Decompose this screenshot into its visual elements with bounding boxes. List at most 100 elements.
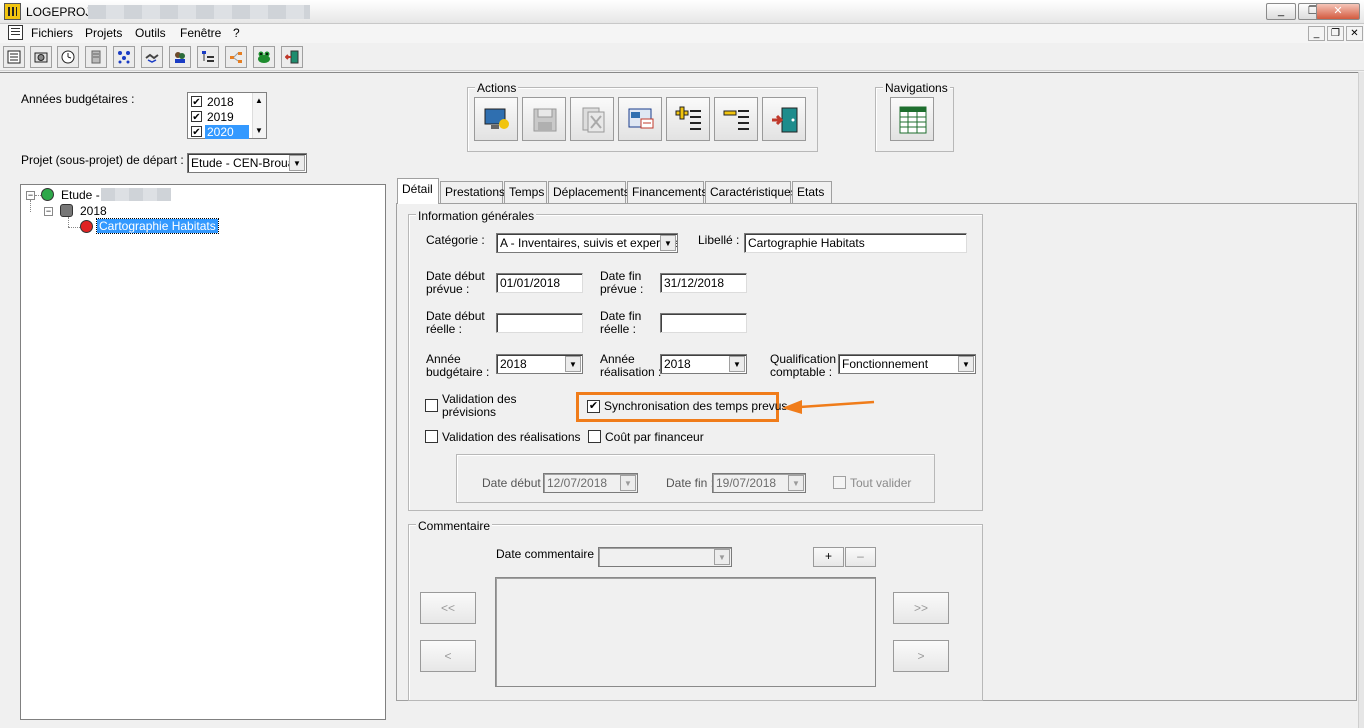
mdi-restore-button[interactable]: ❐ <box>1327 26 1344 41</box>
categorie-value: A - Inventaires, suivis et expertises <box>500 236 678 250</box>
toolbar-list-button[interactable] <box>3 46 25 68</box>
libelle-input[interactable]: Cartographie Habitats <box>744 233 967 253</box>
toolbar-exit-button[interactable] <box>281 46 303 68</box>
toolbar-network-button[interactable] <box>113 46 135 68</box>
qualification-combo[interactable]: Fonctionnement ▼ <box>838 354 976 374</box>
tab-temps[interactable]: Temps <box>504 181 547 203</box>
validation-realisations-checkbox[interactable] <box>425 430 438 443</box>
annee-budgetaire-value: 2018 <box>500 357 527 371</box>
menu-fichiers[interactable]: Fichiers <box>31 26 73 40</box>
comment-textarea[interactable] <box>495 577 876 687</box>
first-comment-button[interactable]: << <box>420 592 476 624</box>
annee-realisation-combo[interactable]: 2018 ▼ <box>660 354 747 374</box>
last-comment-button[interactable]: >> <box>893 592 949 624</box>
edit-icon <box>628 108 654 129</box>
delete-icon <box>582 107 605 133</box>
action-add-button[interactable] <box>666 97 710 141</box>
navigation-table-button[interactable] <box>890 97 934 141</box>
project-value: Etude - CEN-Brouag <box>191 156 302 170</box>
action-edit-button[interactable] <box>618 97 662 141</box>
action-exit-button[interactable] <box>762 97 806 141</box>
tab-etats[interactable]: Etats <box>792 181 832 203</box>
tab-prestations[interactable]: Prestations <box>440 181 505 203</box>
year-checkbox[interactable]: ✔ <box>191 126 202 138</box>
tab-financements[interactable]: Financements <box>627 181 707 203</box>
remove-comment-button[interactable]: – <box>845 547 876 567</box>
annee-budgetaire-combo[interactable]: 2018 ▼ <box>496 354 583 374</box>
year-checkbox[interactable]: ✔ <box>191 111 202 123</box>
date-fin-prevue-input[interactable]: 31/12/2018 <box>660 273 747 293</box>
year-row[interactable]: ✔ 2018 <box>191 95 249 109</box>
chevron-down-icon[interactable]: ▼ <box>958 356 974 372</box>
cout-financeur-checkbox[interactable] <box>588 430 601 443</box>
date-debut-label: Date début : <box>482 476 548 490</box>
hierarchy-icon <box>202 51 214 62</box>
tab-detail[interactable]: Détail <box>397 178 439 204</box>
toolbar-camera-button[interactable] <box>30 46 52 68</box>
date-fin-reelle-input[interactable] <box>660 313 747 333</box>
project-combo[interactable]: Etude - CEN-Brouag ▼ <box>187 153 307 173</box>
date-commentaire-combo[interactable]: ▼ <box>598 547 732 567</box>
project-tree[interactable]: − Etude - − 2018 Cartographie Habitats <box>20 184 386 720</box>
toolbar-hierarchy-button[interactable] <box>197 46 219 68</box>
year-row[interactable]: ✔ 2019 <box>191 110 249 124</box>
year-checkbox[interactable]: ✔ <box>191 96 202 108</box>
toolbar-frog-button[interactable] <box>253 46 275 68</box>
menu-help[interactable]: ? <box>233 26 240 40</box>
year-row[interactable]: ✔ 2020 <box>191 125 249 139</box>
chevron-down-icon[interactable]: ▼ <box>729 356 745 372</box>
date-fin-reelle-label: Date fin réelle : <box>600 310 641 336</box>
date-debut-prevue-label: Date début prévue : <box>426 270 485 296</box>
mdi-close-button[interactable]: ✕ <box>1346 26 1363 41</box>
validation-previsions-checkbox[interactable] <box>425 399 438 412</box>
tout-valider-label: Tout valider <box>850 476 912 490</box>
date-debut-reelle-input[interactable] <box>496 313 583 333</box>
toolbar-users-button[interactable] <box>169 46 191 68</box>
tab-deplacements[interactable]: Déplacements <box>548 181 630 203</box>
table-icon <box>899 106 927 134</box>
handshake-icon <box>145 53 159 63</box>
date-debut-reelle-label: Date début réelle : <box>426 310 485 336</box>
date-debut-value: 12/07/2018 <box>547 476 608 490</box>
scroll-up-icon[interactable]: ▲ <box>255 96 263 105</box>
tree-root-label[interactable]: Etude - <box>61 188 100 202</box>
chevron-down-icon[interactable]: ▼ <box>714 549 730 565</box>
previous-comment-button[interactable]: < <box>420 640 476 672</box>
scroll-down-icon[interactable]: ▼ <box>255 126 263 135</box>
sync-temps-checkbox[interactable]: ✔ <box>587 400 600 413</box>
years-scrollbar[interactable]: ▲ ▼ <box>252 93 266 138</box>
categorie-combo[interactable]: A - Inventaires, suivis et expertises ▼ <box>496 233 678 253</box>
tree-leaf-label[interactable]: Cartographie Habitats <box>96 218 219 234</box>
action-new-button[interactable] <box>474 97 518 141</box>
chevron-down-icon[interactable]: ▼ <box>289 155 305 171</box>
label-line: comptable : <box>770 365 833 379</box>
toolbar-handshake-button[interactable] <box>141 46 163 68</box>
next-comment-button[interactable]: > <box>893 640 949 672</box>
action-delete-button[interactable] <box>570 97 614 141</box>
tree-collapse-icon[interactable]: − <box>26 191 35 200</box>
tab-caracteristiques[interactable]: Caractéristiques <box>705 181 797 203</box>
mdi-minimize-button[interactable]: _ <box>1308 26 1325 41</box>
toolbar-organization-button[interactable] <box>225 46 247 68</box>
years-list[interactable]: ✔ 2018 ✔ 2019 ✔ 2020 ▲ ▼ <box>187 92 267 139</box>
menu-outils[interactable]: Outils <box>135 26 166 40</box>
date-debut-prevue-input[interactable]: 01/01/2018 <box>496 273 583 293</box>
chevron-down-icon[interactable]: ▼ <box>565 356 581 372</box>
menu-projets[interactable]: Projets <box>85 26 122 40</box>
menu-fenetre[interactable]: Fenêtre <box>180 26 221 40</box>
minimize-button[interactable]: _ <box>1266 3 1296 20</box>
tree-collapse-icon[interactable]: − <box>44 207 53 216</box>
chevron-down-icon: ▼ <box>788 475 804 491</box>
label-line: prévisions <box>442 405 497 419</box>
comment-legend: Commentaire <box>416 519 493 533</box>
add-comment-button[interactable]: + <box>813 547 844 567</box>
toolbar-clock-button[interactable] <box>57 46 79 68</box>
tree-year-label[interactable]: 2018 <box>80 204 107 218</box>
action-remove-button[interactable] <box>714 97 758 141</box>
document-menu-icon[interactable] <box>8 25 23 40</box>
action-save-button[interactable] <box>522 97 566 141</box>
close-button[interactable]: ✕ <box>1316 3 1360 20</box>
toolbar-document-button[interactable] <box>85 46 107 68</box>
chevron-down-icon[interactable]: ▼ <box>660 235 676 251</box>
network-icon <box>118 51 130 64</box>
